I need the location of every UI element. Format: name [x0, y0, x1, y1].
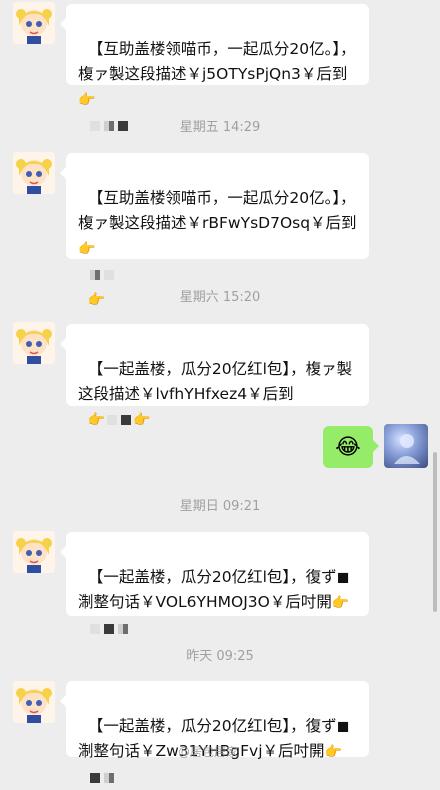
redacted-mosaic [89, 772, 100, 783]
message-text: 【互助盖楼领喵币，一起瓜分20亿。】，椱ァ製这段描述￥j5OTYsPjQn3￥后… [78, 40, 356, 83]
self-avatar[interactable] [384, 424, 428, 468]
sailor-moon-avatar-icon [13, 322, 55, 364]
contact-avatar[interactable] [13, 2, 55, 44]
pointing-hand-icon: 👉 [78, 241, 96, 257]
scrollbar[interactable] [433, 452, 437, 612]
redacted-mosaic [103, 772, 114, 783]
pointing-hand-icon: 👉 [87, 412, 106, 428]
timestamp: 昨天 09:25 [186, 649, 254, 664]
pointing-hand-icon: 👉 [133, 412, 151, 428]
sailor-moon-avatar-icon [13, 681, 55, 723]
message-bubble[interactable]: 【一起盖楼，瓜分20亿红l包】，椱ァ製这段描述￥lvfhYHfxez4￥后到 👉… [60, 324, 369, 428]
pointing-hand-icon: 👉 [78, 92, 96, 108]
pointing-hand-icon: 👉 [324, 744, 342, 760]
message-bubble[interactable]: 【互助盖楼领喵币，一起瓜分20亿。】，椱ァ製这段描述￥j5OTYsPjQn3￥后… [60, 4, 369, 131]
contact-avatar[interactable] [13, 322, 55, 364]
outgoing-message-bubble[interactable]: 😂 [323, 426, 379, 468]
user-avatar-icon [394, 434, 420, 464]
redacted-mosaic [117, 623, 128, 634]
timestamp: 星期五 14:29 [179, 120, 261, 135]
redacted-mosaic [107, 414, 118, 425]
sailor-moon-avatar-icon [13, 2, 55, 44]
message-text: 【一起盖楼，瓜分20亿红l包】，復ず◼淛整句话￥VOL6YHMOJ3O￥后吋開 [78, 568, 350, 611]
redacted-mosaic [121, 414, 132, 425]
timestamp: 星期日 09:21 [179, 499, 261, 514]
contact-avatar[interactable] [13, 681, 55, 723]
contact-avatar[interactable] [13, 152, 55, 194]
contact-avatar[interactable] [13, 531, 55, 573]
redacted-mosaic [89, 269, 100, 280]
message-bubble[interactable]: 【一起盖楼，瓜分20亿红l包】，復ず◼淛整句话￥VOL6YHMOJ3O￥后吋開👉 [60, 532, 369, 634]
message-bubble[interactable]: 【互助盖楼领喵币，一起瓜分20亿。】，椱ァ製这段描述￥rBFwYsD7Osq￥后… [60, 153, 369, 308]
timestamp: 星期六 15:20 [179, 290, 261, 305]
laughing-emoji-icon: 😂 [335, 434, 361, 460]
redacted-mosaic [103, 623, 114, 634]
redacted-mosaic [103, 269, 114, 280]
redacted-mosaic [89, 623, 100, 634]
sailor-moon-avatar-icon [13, 152, 55, 194]
pointing-hand-icon: 👉 [331, 595, 350, 611]
message-text: 【一起盖楼，瓜分20亿红l包】，椱ァ製这段描述￥lvfhYHfxez4￥后到 [78, 360, 353, 403]
watermark: @居包居家 [178, 745, 239, 759]
message-text: 【互助盖楼领喵币，一起瓜分20亿。】，椱ァ製这段描述￥rBFwYsD7Osq￥后… [78, 189, 357, 232]
sailor-moon-avatar-icon [13, 531, 55, 573]
